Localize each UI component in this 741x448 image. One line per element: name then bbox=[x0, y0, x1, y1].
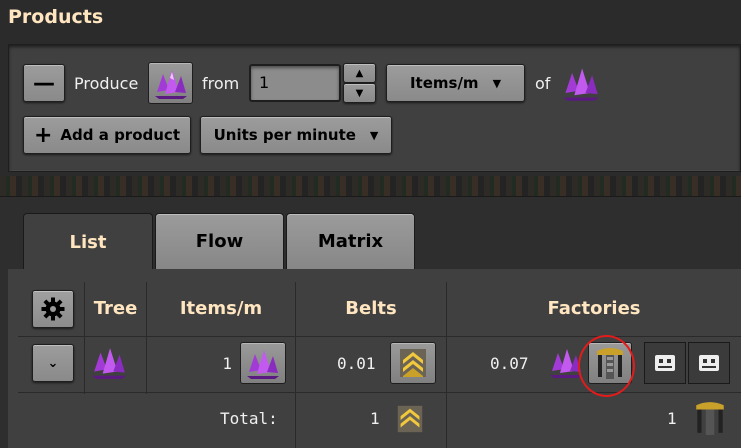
total-factories-value: 1 bbox=[667, 409, 677, 428]
highlight-circle bbox=[578, 335, 635, 397]
recipe-icon bbox=[561, 64, 601, 102]
chevron-down-icon: ⌄ bbox=[47, 355, 59, 371]
chevron-down-icon: ▼ bbox=[492, 76, 502, 90]
module-slot-button[interactable] bbox=[644, 342, 686, 384]
purple-crystal-icon bbox=[247, 350, 279, 379]
units-dropdown[interactable]: Units per minute ▼ bbox=[200, 116, 392, 154]
add-product-button[interactable]: + Add a product bbox=[23, 116, 191, 154]
total-label: Total: bbox=[220, 409, 278, 428]
quantity-increment-button[interactable]: ▲ bbox=[343, 63, 376, 83]
row-items-value: 1 bbox=[222, 354, 232, 373]
beacon-slot-button[interactable] bbox=[688, 342, 730, 384]
row-factories-value: 0.07 bbox=[490, 354, 529, 373]
arrow-down-icon: ▼ bbox=[355, 87, 364, 99]
remove-product-button[interactable]: — bbox=[23, 64, 65, 102]
gear-icon bbox=[41, 297, 65, 321]
transport-belt-icon bbox=[400, 349, 426, 377]
rate-unit-dropdown[interactable]: Items/m ▼ bbox=[386, 64, 525, 102]
header-tree: Tree bbox=[93, 298, 138, 319]
row-belts-value: 0.01 bbox=[337, 354, 376, 373]
header-factories: Factories bbox=[547, 298, 641, 319]
header-belts: Belts bbox=[345, 298, 397, 319]
tree-item-icon bbox=[90, 343, 128, 381]
rate-unit-label: Items/m bbox=[409, 74, 479, 92]
background-art-strip bbox=[0, 176, 741, 196]
row-divider bbox=[18, 336, 741, 337]
minus-icon: — bbox=[33, 70, 55, 96]
header-items: Items/m bbox=[179, 298, 263, 319]
produce-label: Produce bbox=[74, 74, 139, 93]
module-icon bbox=[699, 355, 719, 371]
tab-matrix[interactable]: Matrix bbox=[286, 213, 415, 269]
row-belt-button[interactable] bbox=[390, 342, 436, 384]
module-icon bbox=[655, 355, 675, 371]
products-title: Products bbox=[8, 6, 104, 28]
total-belts-value: 1 bbox=[370, 409, 380, 428]
quantity-input[interactable]: 1 bbox=[249, 64, 341, 102]
add-product-label: Add a product bbox=[60, 126, 180, 144]
units-label: Units per minute bbox=[213, 126, 356, 144]
total-belt-icon bbox=[394, 402, 426, 436]
plus-icon: + bbox=[33, 122, 53, 148]
from-label: from bbox=[202, 74, 240, 93]
tab-list[interactable]: List bbox=[23, 213, 153, 271]
of-label: of bbox=[535, 74, 551, 93]
quantity-decrement-button[interactable]: ▼ bbox=[343, 83, 376, 103]
product-item-button[interactable] bbox=[148, 62, 193, 104]
row-item-button[interactable] bbox=[240, 342, 286, 384]
purple-crystal-icon bbox=[154, 70, 187, 99]
row-divider bbox=[18, 392, 741, 393]
settings-button[interactable] bbox=[32, 290, 74, 328]
arrow-up-icon: ▲ bbox=[355, 67, 364, 79]
tab-flow[interactable]: Flow bbox=[155, 213, 284, 269]
total-factory-icon bbox=[692, 398, 728, 438]
chevron-down-icon: ▼ bbox=[369, 128, 379, 142]
expand-row-button[interactable]: ⌄ bbox=[32, 344, 74, 382]
